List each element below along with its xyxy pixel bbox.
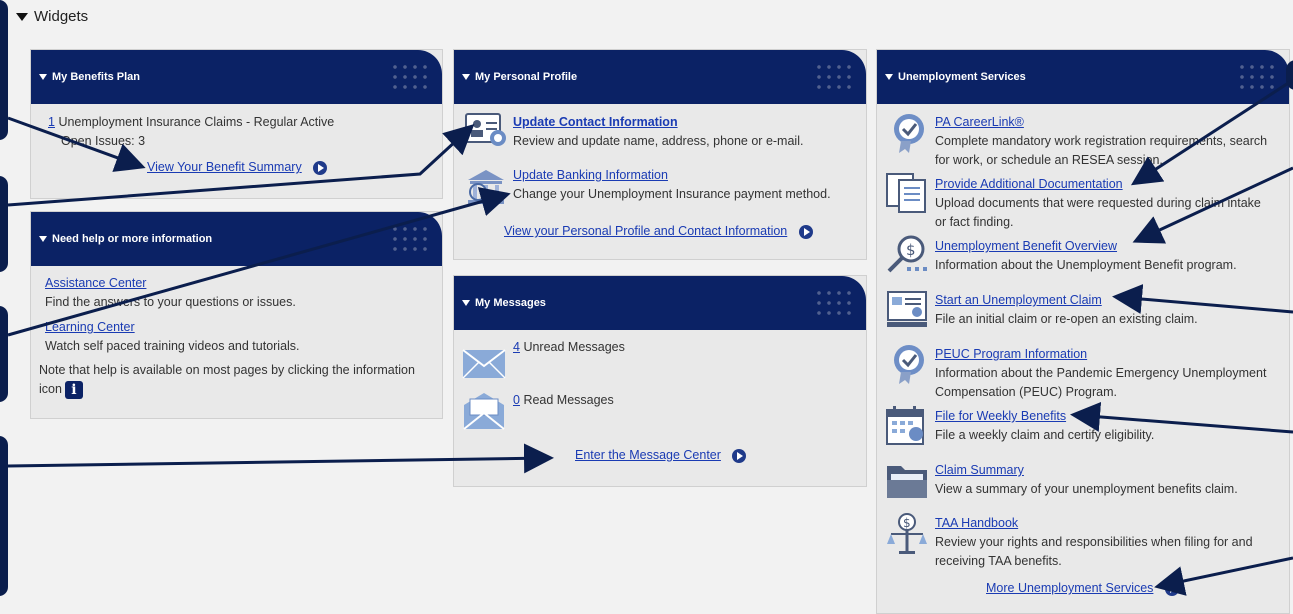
benefits-panel-header[interactable]: My Benefits Plan: [31, 50, 442, 104]
service-desc: File an initial claim or re-open an exis…: [935, 312, 1198, 326]
service-desc: Information about the Pandemic Emergency…: [935, 366, 1267, 380]
dots-decoration: [390, 224, 430, 254]
bank-icon: [464, 166, 508, 213]
service-desc: for work, or schedule an RESEA session.: [935, 153, 1163, 167]
widgets-toggle[interactable]: Widgets: [16, 8, 88, 25]
callout-box: [1286, 60, 1293, 90]
messages-panel-title: My Messages: [475, 297, 546, 309]
service-desc: Review your rights and responsibilities …: [935, 535, 1253, 549]
update-banking-link[interactable]: Update Banking Information: [513, 168, 668, 182]
claim-text: Unemployment Insurance Claims - Regular …: [58, 115, 335, 129]
help-note-line2: icon: [39, 382, 62, 396]
profile-panel: My Personal Profile Update Contact Infor…: [453, 49, 867, 260]
collapse-triangle-icon: [39, 236, 47, 242]
unread-text: Unread Messages: [523, 340, 625, 354]
scales-dollar-icon: $: [885, 512, 929, 561]
profile-panel-title: My Personal Profile: [475, 71, 578, 83]
dots-decoration: [814, 62, 854, 92]
collapse-triangle-icon: [462, 300, 470, 306]
view-profile-link[interactable]: View your Personal Profile and Contact I…: [504, 224, 787, 238]
services-panel: Unemployment Services PA CareerLink® Com…: [876, 49, 1290, 614]
benefits-panel-title: My Benefits Plan: [52, 71, 141, 83]
messages-panel-header[interactable]: My Messages: [454, 276, 866, 330]
collapse-triangle-icon: [462, 74, 470, 80]
dots-decoration: [814, 288, 854, 318]
arrow-circle-icon[interactable]: [798, 224, 813, 239]
callout-box: [0, 436, 8, 596]
profile-panel-header[interactable]: My Personal Profile: [454, 50, 866, 104]
service-desc: receiving TAA benefits.: [935, 554, 1062, 568]
update-contact-link[interactable]: Update Contact Information: [513, 115, 678, 129]
messages-panel: My Messages 4 Unread Messages 0 Read Mes…: [453, 275, 867, 487]
contact-card-icon: [464, 110, 508, 153]
collapse-triangle-icon: [16, 12, 28, 21]
services-panel-title: Unemployment Services: [898, 71, 1026, 83]
assistance-desc: Find the answers to your questions or is…: [45, 295, 296, 309]
benefits-panel: My Benefits Plan 1 Unemployment Insuranc…: [30, 49, 443, 199]
service-desc: Upload documents that were requested dur…: [935, 196, 1261, 210]
callout-box: [0, 0, 8, 140]
claim-count-link[interactable]: 1: [48, 115, 55, 129]
open-envelope-icon: [462, 391, 508, 436]
arrow-circle-icon[interactable]: [1164, 581, 1179, 596]
service-link[interactable]: Start an Unemployment Claim: [935, 293, 1102, 307]
badge-check-icon: [889, 111, 929, 160]
badge-check-icon: [889, 342, 929, 391]
benefit-summary-link[interactable]: View Your Benefit Summary: [147, 160, 302, 174]
arrow-circle-icon[interactable]: [732, 448, 747, 463]
open-issues: Open Issues: 3: [61, 134, 146, 148]
svg-text:$: $: [906, 241, 916, 259]
envelope-icon: [462, 348, 508, 385]
read-count-link[interactable]: 0: [513, 393, 520, 407]
service-desc: Information about the Unemployment Benef…: [935, 258, 1237, 272]
help-panel-header[interactable]: Need help or more information: [31, 212, 442, 266]
unread-count-link[interactable]: 4: [513, 340, 520, 354]
magnifier-dollar-icon: $: [885, 233, 929, 282]
service-link[interactable]: PA CareerLink®: [935, 115, 1024, 129]
help-panel: Need help or more information Assistance…: [30, 211, 443, 419]
service-link[interactable]: Claim Summary: [935, 463, 1024, 477]
calendar-icon: [885, 404, 929, 453]
documents-icon: [885, 172, 929, 221]
collapse-triangle-icon: [885, 74, 893, 80]
service-link[interactable]: PEUC Program Information: [935, 347, 1087, 361]
arrow-circle-icon[interactable]: [313, 160, 328, 175]
service-desc: Compensation (PEUC) Program.: [935, 385, 1118, 399]
learning-desc: Watch self paced training videos and tut…: [45, 339, 300, 353]
assistance-center-link[interactable]: Assistance Center: [45, 276, 146, 290]
help-note-line1: Note that help is available on most page…: [39, 363, 415, 377]
service-desc: Complete mandatory work registration req…: [935, 134, 1268, 148]
service-link[interactable]: TAA Handbook: [935, 516, 1018, 530]
more-services-link[interactable]: More Unemployment Services: [986, 581, 1153, 595]
service-desc: View a summary of your unemployment bene…: [935, 482, 1238, 496]
contact-desc: Review and update name, address, phone o…: [513, 134, 804, 148]
dots-decoration: [390, 62, 430, 92]
collapse-triangle-icon: [39, 74, 47, 80]
services-panel-header[interactable]: Unemployment Services: [877, 50, 1289, 104]
message-center-link[interactable]: Enter the Message Center: [575, 448, 721, 462]
svg-text:$: $: [903, 516, 911, 530]
info-icon[interactable]: i: [64, 380, 83, 399]
service-desc: or fact finding.: [935, 215, 1014, 229]
callout-box: [0, 306, 8, 402]
dots-decoration: [1237, 62, 1277, 92]
help-panel-title: Need help or more information: [52, 233, 213, 245]
service-link[interactable]: Provide Additional Documentation: [935, 177, 1123, 191]
service-link[interactable]: File for Weekly Benefits: [935, 409, 1066, 423]
service-desc: File a weekly claim and certify eligibil…: [935, 428, 1155, 442]
computer-claim-icon: [885, 288, 929, 337]
folder-icon: [885, 460, 929, 505]
widgets-title: Widgets: [34, 8, 89, 25]
banking-desc: Change your Unemployment Insurance payme…: [513, 187, 831, 201]
learning-center-link[interactable]: Learning Center: [45, 320, 135, 334]
callout-box: [0, 176, 8, 272]
service-link[interactable]: Unemployment Benefit Overview: [935, 239, 1117, 253]
read-text: Read Messages: [523, 393, 614, 407]
